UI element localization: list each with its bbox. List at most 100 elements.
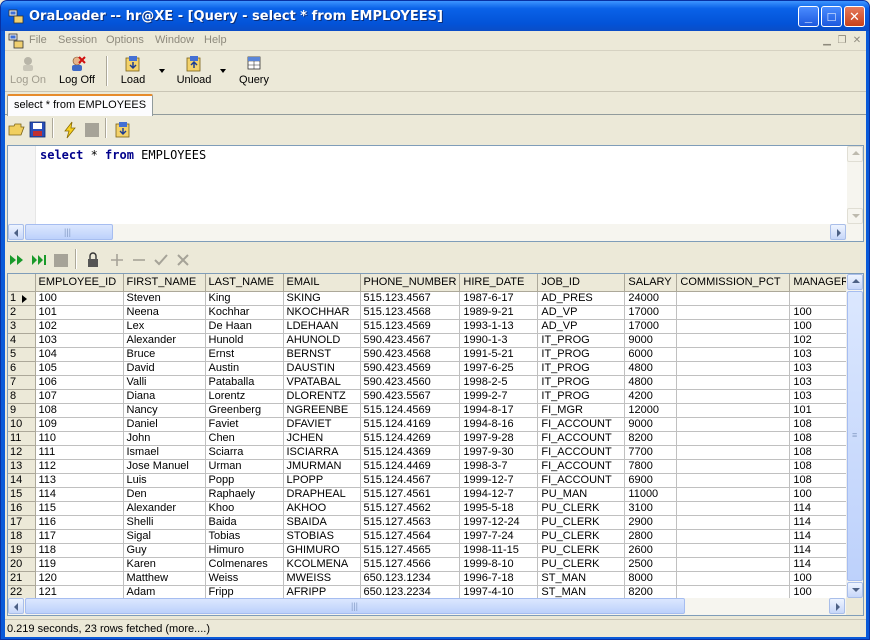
table-cell[interactable] bbox=[676, 291, 791, 306]
table-cell[interactable]: FI_ACCOUNT bbox=[537, 445, 626, 460]
row-number[interactable]: 16 bbox=[8, 501, 36, 516]
table-cell[interactable]: 590.423.4569 bbox=[360, 361, 461, 376]
column-header[interactable]: SALARY bbox=[624, 274, 678, 292]
editor-vertical-scrollbar[interactable] bbox=[847, 146, 863, 224]
table-row[interactable]: 21 120 Matthew Weiss MWEISS 650.123.1234 1996-… bbox=[8, 571, 863, 586]
table-cell[interactable]: 8000 bbox=[624, 571, 678, 586]
table-cell[interactable]: 109 bbox=[35, 417, 124, 432]
table-cell[interactable]: 1997-4-10 bbox=[459, 585, 539, 600]
table-cell[interactable]: STOBIAS bbox=[283, 529, 361, 544]
menu-options[interactable]: Options bbox=[106, 34, 144, 46]
child-close-icon[interactable]: ✕ bbox=[851, 35, 863, 46]
table-cell[interactable]: SBAIDA bbox=[283, 515, 361, 530]
row-number[interactable]: 10 bbox=[8, 417, 36, 432]
table-cell[interactable]: IT_PROG bbox=[537, 361, 626, 376]
table-cell[interactable]: DAUSTIN bbox=[283, 361, 361, 376]
column-header[interactable]: FIRST_NAME bbox=[123, 274, 206, 292]
grid-scroll-down-button[interactable] bbox=[847, 582, 863, 598]
table-row[interactable]: 3 102 Lex De Haan LDEHAAN 515.123.4569 1993-1-… bbox=[8, 319, 863, 334]
table-cell[interactable]: AD_PRES bbox=[537, 291, 626, 306]
table-cell[interactable]: 17000 bbox=[624, 305, 678, 320]
table-cell[interactable]: Kochhar bbox=[205, 305, 284, 320]
table-cell[interactable]: 1998-3-7 bbox=[459, 459, 539, 474]
table-cell[interactable]: Raphaely bbox=[205, 487, 284, 502]
table-cell[interactable] bbox=[676, 431, 791, 446]
unload-dropdown-arrow-icon[interactable] bbox=[220, 69, 226, 73]
table-cell[interactable]: 4200 bbox=[624, 389, 678, 404]
row-number[interactable]: 13 bbox=[8, 459, 36, 474]
table-cell[interactable]: 1990-1-3 bbox=[459, 333, 539, 348]
table-row[interactable]: 15 114 Den Raphaely DRAPHEAL 515.127.4561 1994… bbox=[8, 487, 863, 502]
table-cell[interactable]: 113 bbox=[35, 473, 124, 488]
table-cell[interactable]: 8200 bbox=[624, 431, 678, 446]
table-cell[interactable]: Diana bbox=[123, 389, 206, 404]
close-button[interactable]: ✕ bbox=[844, 6, 865, 27]
table-row[interactable]: 19 118 Guy Himuro GHIMURO 515.127.4565 1998-11… bbox=[8, 543, 863, 558]
table-row[interactable]: 11 110 John Chen JCHEN 515.124.4269 1997-9-28 F… bbox=[8, 431, 863, 446]
table-cell[interactable]: Pataballa bbox=[205, 375, 284, 390]
lock-icon[interactable] bbox=[85, 252, 101, 268]
table-cell[interactable]: GHIMURO bbox=[283, 543, 361, 558]
table-cell[interactable]: Khoo bbox=[205, 501, 284, 516]
table-cell[interactable]: 116 bbox=[35, 515, 124, 530]
table-cell[interactable]: 1991-5-21 bbox=[459, 347, 539, 362]
table-cell[interactable]: ST_MAN bbox=[537, 571, 626, 586]
grid-scroll-left-button[interactable] bbox=[8, 598, 24, 614]
table-cell[interactable] bbox=[676, 501, 791, 516]
table-cell[interactable]: PU_CLERK bbox=[537, 543, 626, 558]
load-script-icon[interactable] bbox=[114, 121, 132, 139]
grid-horizontal-scrollbar[interactable]: ||| bbox=[8, 598, 846, 615]
editor-hscroll-thumb[interactable]: ||| bbox=[25, 224, 113, 240]
table-cell[interactable]: Alexander bbox=[123, 501, 206, 516]
editor-horizontal-scrollbar[interactable]: ||| bbox=[8, 224, 863, 241]
logon-button[interactable]: Log On bbox=[8, 54, 48, 90]
menu-help[interactable]: Help bbox=[204, 34, 227, 46]
row-number[interactable]: 21 bbox=[8, 571, 36, 586]
table-cell[interactable]: NGREENBE bbox=[283, 403, 361, 418]
table-cell[interactable]: 102 bbox=[35, 319, 124, 334]
row-number[interactable]: 22 bbox=[8, 585, 36, 600]
table-cell[interactable]: Faviet bbox=[205, 417, 284, 432]
table-cell[interactable]: FI_ACCOUNT bbox=[537, 417, 626, 432]
load-dropdown-arrow-icon[interactable] bbox=[159, 69, 165, 73]
table-cell[interactable]: 11000 bbox=[624, 487, 678, 502]
table-cell[interactable]: Guy bbox=[123, 543, 206, 558]
table-cell[interactable]: 2600 bbox=[624, 543, 678, 558]
table-cell[interactable]: 2500 bbox=[624, 557, 678, 572]
table-cell[interactable]: 1998-2-5 bbox=[459, 375, 539, 390]
table-cell[interactable]: 112 bbox=[35, 459, 124, 474]
table-cell[interactable]: DLORENTZ bbox=[283, 389, 361, 404]
table-cell[interactable] bbox=[676, 445, 791, 460]
menu-window[interactable]: Window bbox=[155, 34, 194, 46]
table-cell[interactable]: 1994-8-17 bbox=[459, 403, 539, 418]
grid-scroll-up-button[interactable] bbox=[847, 274, 863, 290]
table-cell[interactable]: 6000 bbox=[624, 347, 678, 362]
table-cell[interactable]: DRAPHEAL bbox=[283, 487, 361, 502]
table-cell[interactable]: 515.124.4567 bbox=[360, 473, 461, 488]
table-cell[interactable]: 515.124.4269 bbox=[360, 431, 461, 446]
scroll-left-button[interactable] bbox=[8, 224, 24, 240]
table-cell[interactable]: Urman bbox=[205, 459, 284, 474]
table-cell[interactable]: 515.124.4569 bbox=[360, 403, 461, 418]
table-cell[interactable] bbox=[676, 403, 791, 418]
load-button[interactable]: Load bbox=[115, 54, 151, 90]
table-cell[interactable]: Shelli bbox=[123, 515, 206, 530]
table-cell[interactable]: King bbox=[205, 291, 284, 306]
table-row[interactable]: 4 103 Alexander Hunold AHUNOLD 590.423.4567 19… bbox=[8, 333, 863, 348]
table-cell[interactable]: 119 bbox=[35, 557, 124, 572]
execute-lightning-icon[interactable] bbox=[61, 121, 79, 139]
table-cell[interactable]: Daniel bbox=[123, 417, 206, 432]
table-cell[interactable]: 114 bbox=[35, 487, 124, 502]
table-cell[interactable]: Steven bbox=[123, 291, 206, 306]
table-cell[interactable]: 1999-12-7 bbox=[459, 473, 539, 488]
table-cell[interactable]: 515.127.4566 bbox=[360, 557, 461, 572]
table-cell[interactable]: 9000 bbox=[624, 417, 678, 432]
table-cell[interactable]: 24000 bbox=[624, 291, 678, 306]
table-cell[interactable]: 515.124.4469 bbox=[360, 459, 461, 474]
stop-fetch-icon[interactable] bbox=[53, 252, 69, 268]
table-cell[interactable] bbox=[676, 557, 791, 572]
row-number[interactable]: 15 bbox=[8, 487, 36, 502]
table-cell[interactable]: 590.423.4568 bbox=[360, 347, 461, 362]
tab-query-employees[interactable]: select * from EMPLOYEES bbox=[7, 94, 154, 116]
table-cell[interactable]: 1995-5-18 bbox=[459, 501, 539, 516]
